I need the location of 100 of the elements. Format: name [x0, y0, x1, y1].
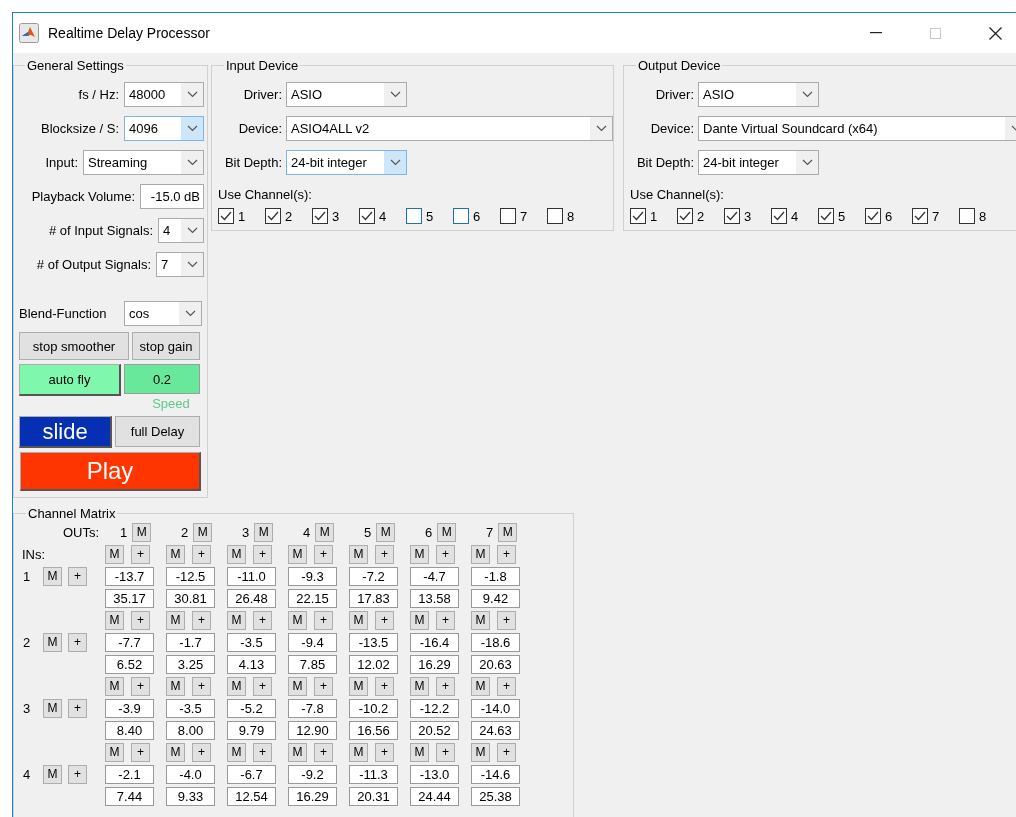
delay-field[interactable]: 22.15: [288, 588, 337, 608]
mute-button[interactable]: M: [43, 632, 62, 652]
mute-button[interactable]: M: [471, 544, 490, 564]
delay-field[interactable]: 24.44: [410, 786, 459, 806]
gain-field[interactable]: -12.2: [410, 698, 459, 718]
slide-button[interactable]: slide: [19, 416, 112, 448]
mute-button[interactable]: M: [315, 522, 335, 542]
gain-field[interactable]: -13.7: [105, 566, 154, 586]
add-button[interactable]: +: [497, 610, 516, 630]
gain-field[interactable]: -7.7: [105, 632, 154, 652]
mute-button[interactable]: M: [227, 676, 246, 696]
add-button[interactable]: +: [253, 544, 272, 564]
gain-field[interactable]: -4.0: [166, 764, 215, 784]
delay-field[interactable]: 30.81: [166, 588, 215, 608]
gain-field[interactable]: -16.4: [410, 632, 459, 652]
gain-field[interactable]: -3.5: [166, 698, 215, 718]
delay-field[interactable]: 9.42: [471, 588, 520, 608]
gain-field[interactable]: -10.2: [349, 698, 398, 718]
add-button[interactable]: +: [497, 676, 516, 696]
add-button[interactable]: +: [497, 742, 516, 762]
mute-button[interactable]: M: [43, 698, 62, 718]
dropdown[interactable]: Streaming: [83, 149, 204, 175]
mute-button[interactable]: M: [349, 544, 368, 564]
add-button[interactable]: +: [131, 742, 150, 762]
minimize-icon[interactable]: [870, 32, 882, 34]
mute-button[interactable]: M: [105, 544, 124, 564]
delay-field[interactable]: 20.31: [349, 786, 398, 806]
gain-field[interactable]: -1.7: [166, 632, 215, 652]
channel-checkbox[interactable]: 4: [771, 208, 807, 224]
mute-button[interactable]: M: [227, 742, 246, 762]
dropdown[interactable]: cos: [124, 300, 202, 326]
delay-field[interactable]: 7.44: [105, 786, 154, 806]
mute-button[interactable]: M: [349, 742, 368, 762]
channel-checkbox[interactable]: 8: [959, 208, 995, 224]
add-button[interactable]: +: [192, 742, 211, 762]
gain-field[interactable]: -7.2: [349, 566, 398, 586]
delay-field[interactable]: 9.79: [227, 720, 276, 740]
auto-fly-button[interactable]: auto fly: [19, 364, 121, 396]
channel-checkbox[interactable]: 3: [312, 208, 348, 224]
gain-field[interactable]: -9.2: [288, 764, 337, 784]
channel-checkbox[interactable]: 5: [818, 208, 854, 224]
add-button[interactable]: +: [192, 610, 211, 630]
delay-field[interactable]: 24.63: [471, 720, 520, 740]
mute-button[interactable]: M: [349, 610, 368, 630]
delay-field[interactable]: 4.13: [227, 654, 276, 674]
channel-checkbox[interactable]: 4: [359, 208, 395, 224]
delay-field[interactable]: 20.63: [471, 654, 520, 674]
delay-field[interactable]: 12.02: [349, 654, 398, 674]
channel-checkbox[interactable]: 1: [218, 208, 254, 224]
mute-button[interactable]: M: [166, 544, 185, 564]
mute-button[interactable]: M: [166, 742, 185, 762]
delay-field[interactable]: 16.29: [410, 654, 459, 674]
gain-field[interactable]: -7.8: [288, 698, 337, 718]
dropdown[interactable]: 24-bit integer: [286, 149, 407, 175]
dropdown[interactable]: 7: [156, 251, 204, 277]
close-icon[interactable]: [989, 26, 1002, 40]
gain-field[interactable]: -12.5: [166, 566, 215, 586]
gain-field[interactable]: -11.3: [349, 764, 398, 784]
mute-button[interactable]: M: [166, 676, 185, 696]
channel-checkbox[interactable]: 2: [265, 208, 301, 224]
gain-field[interactable]: -11.0: [227, 566, 276, 586]
delay-field[interactable]: 6.52: [105, 654, 154, 674]
add-button[interactable]: +: [436, 610, 455, 630]
delay-field[interactable]: 25.38: [471, 786, 520, 806]
mute-button[interactable]: M: [410, 610, 429, 630]
add-button[interactable]: +: [131, 610, 150, 630]
mute-button[interactable]: M: [166, 610, 185, 630]
add-button[interactable]: +: [436, 544, 455, 564]
mute-button[interactable]: M: [105, 742, 124, 762]
delay-field[interactable]: 3.25: [166, 654, 215, 674]
play-button[interactable]: Play: [20, 452, 201, 491]
add-button[interactable]: +: [192, 544, 211, 564]
channel-checkbox[interactable]: 6: [453, 208, 489, 224]
gain-field[interactable]: -14.0: [471, 698, 520, 718]
dropdown[interactable]: ASIO4ALL v2: [286, 115, 613, 141]
gain-field[interactable]: -14.6: [471, 764, 520, 784]
channel-checkbox[interactable]: 7: [912, 208, 948, 224]
mute-button[interactable]: M: [349, 676, 368, 696]
mute-button[interactable]: M: [254, 522, 274, 542]
channel-checkbox[interactable]: 8: [547, 208, 583, 224]
input-field[interactable]: -15.0 dB: [140, 183, 204, 209]
gain-field[interactable]: -4.7: [410, 566, 459, 586]
add-button[interactable]: +: [192, 676, 211, 696]
add-button[interactable]: +: [314, 544, 333, 564]
mute-button[interactable]: M: [498, 522, 518, 542]
mute-button[interactable]: M: [193, 522, 213, 542]
gain-field[interactable]: -18.6: [471, 632, 520, 652]
channel-checkbox[interactable]: 5: [406, 208, 442, 224]
channel-checkbox[interactable]: 3: [724, 208, 760, 224]
gain-field[interactable]: -3.9: [105, 698, 154, 718]
delay-field[interactable]: 12.54: [227, 786, 276, 806]
dropdown[interactable]: 48000: [124, 81, 204, 107]
mute-button[interactable]: M: [105, 610, 124, 630]
mute-button[interactable]: M: [288, 742, 307, 762]
full-delay-button[interactable]: full Delay: [115, 416, 200, 447]
add-button[interactable]: +: [253, 610, 272, 630]
dropdown[interactable]: 4096: [124, 115, 204, 141]
gain-field[interactable]: -3.5: [227, 632, 276, 652]
mute-button[interactable]: M: [376, 522, 396, 542]
mute-button[interactable]: M: [410, 742, 429, 762]
